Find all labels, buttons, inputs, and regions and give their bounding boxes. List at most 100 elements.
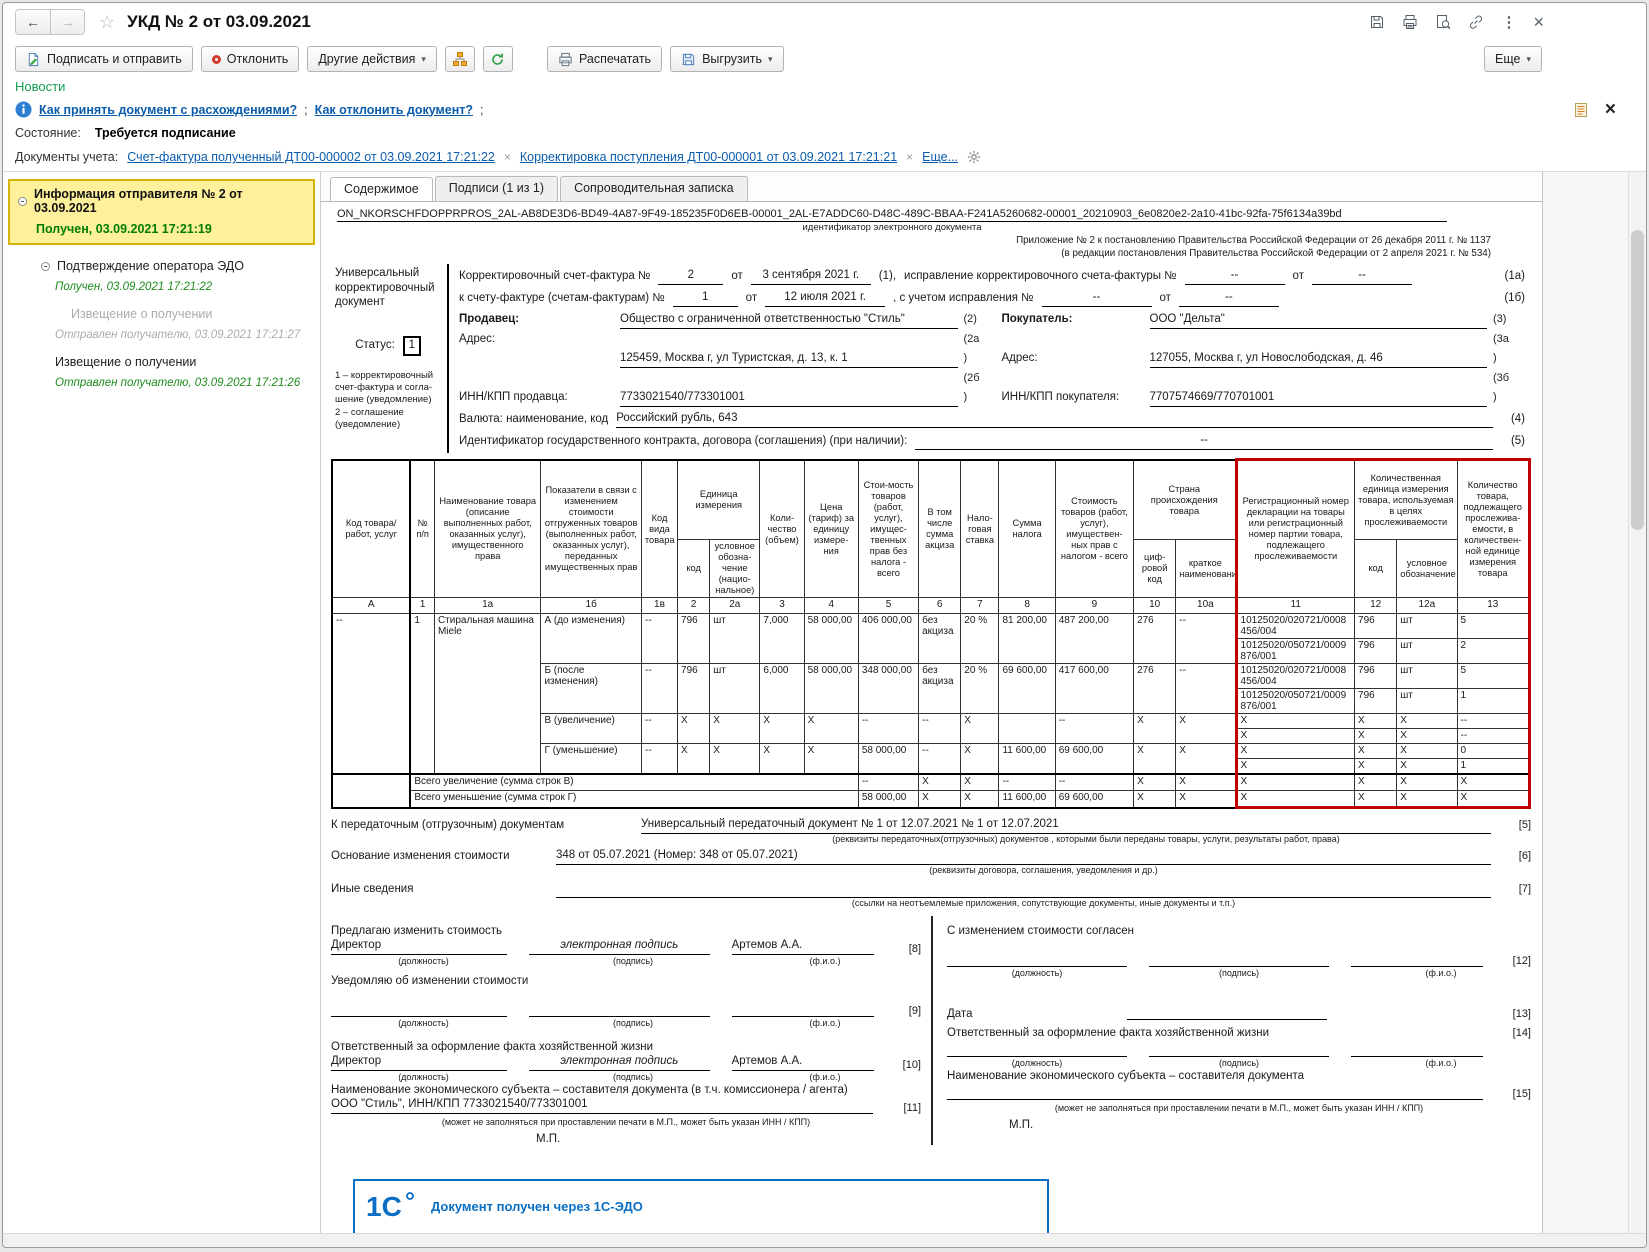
chevron-down-icon: ▾ xyxy=(1526,53,1531,64)
gear-icon[interactable] xyxy=(967,150,981,164)
table-cell: 406 000,00 xyxy=(857,613,920,665)
favorite-star-icon[interactable]: ☆ xyxy=(99,12,115,33)
close-window-icon[interactable]: × xyxy=(1533,12,1544,33)
document-structure-button[interactable] xyxy=(444,46,475,72)
state-label: Состояние: xyxy=(15,126,81,140)
seller-field: Общество с ограниченной ответственностью… xyxy=(620,310,958,330)
remove-doc2-icon[interactable]: × xyxy=(906,150,913,164)
table-cell: 276 xyxy=(1133,663,1177,715)
tree-item-status: Отправлен получателю, 03.09.2021 17:21:2… xyxy=(55,329,301,341)
table-cell: шт xyxy=(1396,688,1458,715)
table-cell: 58 000,00 xyxy=(803,663,859,715)
app-window: ← → ☆ УКД № 2 от 03.09.2021 ⋮ × Подписат… xyxy=(2,2,1647,1248)
identifier-caption: идентификатор электронного документа xyxy=(802,222,982,233)
decline-button[interactable]: Отклонить xyxy=(200,46,300,72)
table-cell: X xyxy=(918,772,962,792)
table-cell: -- xyxy=(640,663,679,715)
ukd-print-form: ON_NKORSCHFDOPPRPROS_2AL-AB8DE3D6-BD49-4… xyxy=(331,208,1531,1233)
print-icon[interactable] xyxy=(1402,14,1418,30)
collapse-icon[interactable] xyxy=(18,196,27,206)
table-cell: 796 xyxy=(1354,663,1398,690)
nav-buttons: ← → xyxy=(15,9,85,35)
col-header: условное обозначение xyxy=(1396,539,1458,599)
table-cell: 1 xyxy=(409,613,435,775)
column-index-cell: 12а xyxy=(1396,597,1458,615)
table-cell: Стиральная машина Miele xyxy=(433,613,542,775)
chevron-down-icon: ▾ xyxy=(421,53,426,64)
collapse-icon[interactable] xyxy=(41,261,50,271)
table-cell: 58 000,00 xyxy=(857,790,920,809)
table-cell: X xyxy=(1396,772,1458,792)
column-index-cell: 9 xyxy=(1054,597,1135,615)
status-box: 1 xyxy=(402,335,421,356)
table-cell: 11 600,00 xyxy=(998,743,1056,775)
remove-doc1-icon[interactable]: × xyxy=(504,150,511,164)
table-cell: 5 xyxy=(1456,663,1531,690)
table-cell: -- xyxy=(640,743,679,775)
table-cell: X xyxy=(1354,772,1398,792)
export-button[interactable]: Выгрузить ▾ xyxy=(670,46,784,72)
print-document-button[interactable]: Распечатать xyxy=(546,46,663,72)
table-cell: X xyxy=(1133,772,1177,792)
table-cell: X xyxy=(1354,758,1398,775)
back-button[interactable]: ← xyxy=(16,10,50,34)
docs-more-link[interactable]: Еще... xyxy=(922,150,958,164)
tab-signatures[interactable]: Подписи (1 из 1) xyxy=(434,176,559,201)
other-actions-button[interactable]: Другие действия ▾ xyxy=(307,46,437,72)
table-cell xyxy=(998,713,1056,745)
table-cell: X xyxy=(677,743,711,775)
tab-cover-note[interactable]: Сопроводительная записка xyxy=(560,176,748,201)
save-icon[interactable] xyxy=(1369,14,1385,30)
more-menu-icon[interactable]: ⋮ xyxy=(1501,13,1516,31)
forward-button[interactable]: → xyxy=(50,10,84,34)
table-cell: -- xyxy=(918,713,962,745)
tab-content[interactable]: Содержимое xyxy=(330,177,433,202)
help-link-decline[interactable]: Как отклонить документ? xyxy=(315,103,473,117)
regulation-reference: Приложение № 2 к постановлению Правитель… xyxy=(1016,235,1491,260)
1c-logo-icon: 1С xyxy=(365,1189,417,1223)
table-cell: 796 xyxy=(1354,638,1398,665)
table-cell: X xyxy=(960,790,1000,809)
column-index-cell: 3 xyxy=(759,597,805,615)
position-field xyxy=(947,1041,1127,1058)
accounting-docs-row: Документы учета: Счет-фактура полученный… xyxy=(3,144,1646,170)
tree-item-operator-confirmation[interactable]: Подтверждение оператора ЭДО xyxy=(3,259,320,273)
column-index-cell: 5 xyxy=(857,597,920,615)
invoice-link[interactable]: Счет-фактура полученный ДТ00-000002 от 0… xyxy=(127,150,495,164)
position-field: Директор xyxy=(331,939,507,956)
table-cell: X xyxy=(1175,713,1237,745)
vertical-scrollbar[interactable] xyxy=(1629,172,1646,1233)
table-cell: X xyxy=(1456,790,1531,810)
tree-item-sender-info[interactable]: Информация отправителя № 2 от 03.09.2021… xyxy=(8,179,315,245)
table-cell: 276 xyxy=(1133,613,1177,665)
table-cell: -- xyxy=(1175,613,1237,665)
link-icon[interactable] xyxy=(1468,14,1484,30)
close-infobar-icon[interactable]: × xyxy=(1605,100,1616,119)
date-field xyxy=(1127,1004,1327,1021)
note-list-icon[interactable] xyxy=(1573,102,1589,118)
column-index-cell: 1а xyxy=(433,597,542,615)
refresh-button[interactable] xyxy=(482,46,513,72)
preview-icon[interactable] xyxy=(1435,14,1452,30)
correction-link[interactable]: Корректировка поступления ДТ00-000001 от… xyxy=(520,150,897,164)
fio-field: Артемов А.А. xyxy=(731,1055,875,1072)
table-cell: -- xyxy=(331,613,412,775)
status-label: Статус: xyxy=(355,339,395,352)
tree-item-receipt-notice-1[interactable]: Извещение о получении xyxy=(3,307,320,321)
table-cell: -- xyxy=(918,743,962,775)
table-cell: -- xyxy=(640,713,679,745)
help-link-accept[interactable]: Как принять документ с расхождениями? xyxy=(39,103,297,117)
more-button[interactable]: Еще ▾ xyxy=(1484,46,1542,72)
column-index-cell: 10а xyxy=(1175,597,1237,615)
column-index-cell: 13 xyxy=(1456,597,1531,615)
currency-field: Российский рубль, 643 xyxy=(616,409,1493,429)
state-value: Требуется подписание xyxy=(94,126,236,140)
tree-item-receipt-notice-2[interactable]: Извещение о получении xyxy=(3,355,320,369)
seller-address-field: 125459, Москва г, ул Туристская, д. 13, … xyxy=(620,349,958,369)
sign-send-button[interactable]: Подписать и отправить xyxy=(15,46,193,72)
table-cell: 796 xyxy=(1354,613,1398,640)
titlebar: ← → ☆ УКД № 2 от 03.09.2021 ⋮ × xyxy=(3,3,1646,41)
table-cell: X xyxy=(960,743,1000,775)
table-cell: 2 xyxy=(1456,638,1531,665)
scrollbar-thumb[interactable] xyxy=(1631,230,1644,530)
